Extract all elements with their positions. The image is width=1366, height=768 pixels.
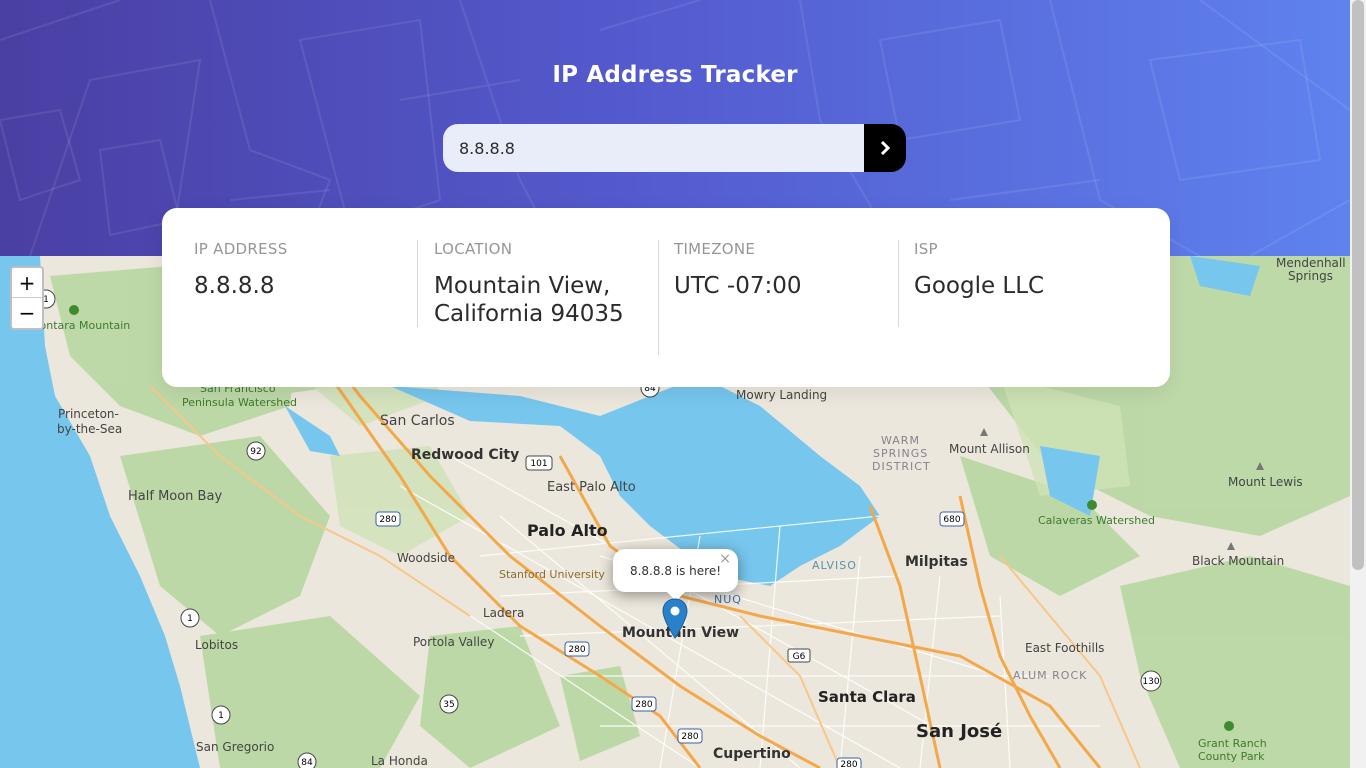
isp-value: Google LLC bbox=[914, 273, 1045, 299]
map-label: Calaveras Watershed bbox=[1038, 514, 1155, 527]
map-label: Redwood City bbox=[411, 447, 520, 463]
route-shield: 280 bbox=[379, 515, 396, 525]
map-label: SPRINGS bbox=[873, 447, 929, 460]
map-label: East Foothills bbox=[1025, 641, 1105, 655]
map-label: Ladera bbox=[483, 606, 525, 620]
map-label: Springs bbox=[1288, 269, 1333, 283]
map-label: La Honda bbox=[371, 754, 428, 768]
map-label: DISTRICT bbox=[872, 460, 931, 473]
map-label: Milpitas bbox=[905, 554, 968, 570]
map-label: Woodside bbox=[397, 551, 456, 565]
location-region: California 94035 bbox=[434, 301, 624, 327]
route-shield: 280 bbox=[681, 732, 698, 742]
location-label: LOCATION bbox=[434, 240, 513, 258]
location-section: LOCATION Mountain View, California 94035 bbox=[434, 240, 624, 328]
location-value: Mountain View, California 94035 bbox=[434, 272, 624, 328]
route-shield: 1 bbox=[218, 711, 224, 721]
route-shield: 280 bbox=[635, 700, 652, 710]
isp-label: ISP bbox=[914, 240, 938, 258]
map-label: Mowry Landing bbox=[736, 388, 828, 402]
map-label: Black Mountain bbox=[1192, 554, 1285, 568]
ip-info-card: IP ADDRESS 8.8.8.8 LOCATION Mountain Vie… bbox=[162, 208, 1170, 387]
zoom-out-button[interactable]: − bbox=[12, 298, 42, 328]
map-label: County Park bbox=[1198, 750, 1265, 763]
map-label: WARM bbox=[881, 434, 920, 447]
chevron-right-icon bbox=[880, 141, 890, 155]
map-label: Stanford University bbox=[499, 568, 605, 581]
search-bar bbox=[443, 124, 906, 172]
timezone-value: UTC -07:00 bbox=[674, 273, 802, 299]
ip-address-label: IP ADDRESS bbox=[194, 240, 288, 258]
map-label: San Carlos bbox=[380, 413, 455, 429]
map-label: Portola Valley bbox=[413, 635, 495, 649]
location-popup: 8.8.8.8 is here! × bbox=[613, 549, 738, 601]
popup-text: 8.8.8.8 is here! bbox=[629, 563, 722, 578]
location-city: Mountain View, bbox=[434, 273, 611, 299]
route-shield: 1 bbox=[187, 614, 193, 624]
route-shield: 130 bbox=[1142, 677, 1159, 687]
ip-address-section: IP ADDRESS 8.8.8.8 bbox=[194, 240, 288, 300]
route-shield: 35 bbox=[443, 700, 454, 710]
map-label: NUQ bbox=[714, 593, 742, 606]
timezone-label: TIMEZONE bbox=[674, 240, 756, 258]
route-shield: 280 bbox=[840, 760, 857, 768]
timezone-section: TIMEZONE UTC -07:00 bbox=[674, 240, 802, 300]
location-marker-icon[interactable] bbox=[661, 598, 689, 640]
close-icon[interactable]: × bbox=[719, 551, 731, 567]
divider bbox=[658, 240, 659, 355]
isp-section: ISP Google LLC bbox=[914, 240, 1044, 300]
map-label: Princeton- bbox=[58, 407, 119, 421]
map-label: Grant Ranch bbox=[1198, 737, 1267, 750]
map-label: Half Moon Bay bbox=[128, 489, 223, 504]
route-shield: 92 bbox=[250, 447, 261, 457]
map-label: Cupertino bbox=[713, 746, 791, 762]
map-label: Mount Lewis bbox=[1228, 475, 1303, 489]
search-submit-button[interactable] bbox=[864, 124, 906, 172]
map-label: Lobitos bbox=[195, 638, 239, 652]
map-label: East Palo Alto bbox=[547, 480, 636, 495]
scrollbar-thumb[interactable] bbox=[1352, 0, 1364, 570]
map-label: Santa Clara bbox=[818, 688, 916, 706]
map-label: ALVISO bbox=[812, 559, 857, 572]
route-shield: 680 bbox=[943, 515, 960, 525]
route-shield: 280 bbox=[568, 645, 585, 655]
map-label: Peninsula Watershed bbox=[182, 396, 297, 409]
map-label: ALUM ROCK bbox=[1013, 669, 1088, 682]
page-title: IP Address Tracker bbox=[552, 62, 798, 88]
ip-address-value: 8.8.8.8 bbox=[194, 273, 275, 299]
map-label: San Gregorio bbox=[196, 740, 275, 754]
divider bbox=[898, 240, 899, 327]
map-label: San José bbox=[916, 721, 1003, 742]
map-label: Montara Mountain bbox=[30, 319, 131, 332]
route-shield: G6 bbox=[793, 652, 806, 662]
route-shield: 84 bbox=[301, 758, 313, 768]
ip-search-input[interactable] bbox=[443, 124, 864, 172]
route-shield: 101 bbox=[530, 459, 547, 469]
map-label: by-the-Sea bbox=[57, 422, 123, 436]
divider bbox=[417, 240, 418, 327]
zoom-in-button[interactable]: + bbox=[12, 268, 42, 298]
map-label: Palo Alto bbox=[527, 521, 608, 540]
page-scrollbar[interactable] bbox=[1350, 0, 1366, 768]
map-label: Mount Allison bbox=[949, 442, 1030, 456]
zoom-control: + − bbox=[10, 266, 44, 330]
map-label: Mendenhall bbox=[1276, 256, 1346, 270]
